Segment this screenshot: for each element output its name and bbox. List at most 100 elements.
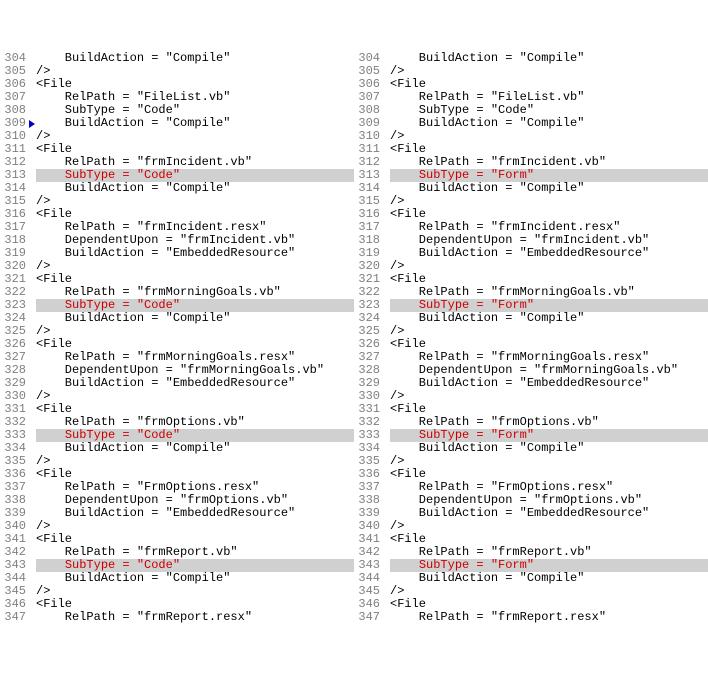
code-line[interactable]: 332 RelPath = "frmOptions.vb" (0, 416, 354, 429)
code-line[interactable]: 339 BuildAction = "EmbeddedResource" (354, 507, 708, 520)
code-line[interactable]: 311<File (354, 143, 708, 156)
code-line[interactable]: 330/> (0, 390, 354, 403)
code-line[interactable]: 339 BuildAction = "EmbeddedResource" (0, 507, 354, 520)
diff-pane-left[interactable]: 304 BuildAction = "Compile"305/>306<File… (0, 52, 354, 624)
code-line[interactable]: 310/> (0, 130, 354, 143)
code-line[interactable]: 345/> (354, 585, 708, 598)
code-line[interactable]: 307 RelPath = "FileList.vb" (0, 91, 354, 104)
code-line[interactable]: 315/> (0, 195, 354, 208)
code-line[interactable]: 316<File (0, 208, 354, 221)
code-line[interactable]: 334 BuildAction = "Compile" (0, 442, 354, 455)
code-line[interactable]: 336<File (354, 468, 708, 481)
code-line[interactable]: 337 RelPath = "FrmOptions.resx" (0, 481, 354, 494)
code-line[interactable]: 309 BuildAction = "Compile" (354, 117, 708, 130)
code-line[interactable]: 326<File (354, 338, 708, 351)
code-line[interactable]: 327 RelPath = "frmMorningGoals.resx" (0, 351, 354, 364)
code-line[interactable]: 317 RelPath = "frmIncident.resx" (0, 221, 354, 234)
code-line[interactable]: 333 SubType = "Form" (354, 429, 708, 442)
code-line[interactable]: 308 SubType = "Code" (354, 104, 708, 117)
code-line[interactable]: 338 DependentUpon = "frmOptions.vb" (354, 494, 708, 507)
code-line[interactable]: 324 BuildAction = "Compile" (354, 312, 708, 325)
code-line[interactable]: 334 BuildAction = "Compile" (354, 442, 708, 455)
code-line[interactable]: 304 BuildAction = "Compile" (354, 52, 708, 65)
code-line[interactable]: 345/> (0, 585, 354, 598)
gutter (28, 120, 36, 128)
code-line[interactable]: 318 DependentUpon = "frmIncident.vb" (0, 234, 354, 247)
code-line[interactable]: 312 RelPath = "frmIncident.vb" (354, 156, 708, 169)
code-line[interactable]: 347 RelPath = "frmReport.resx" (0, 611, 354, 624)
code-line[interactable]: 328 DependentUpon = "frmMorningGoals.vb" (354, 364, 708, 377)
code-line[interactable]: 314 BuildAction = "Compile" (354, 182, 708, 195)
code-line[interactable]: 331<File (0, 403, 354, 416)
code-line[interactable]: 346<File (354, 598, 708, 611)
code-line[interactable]: 323 SubType = "Form" (354, 299, 708, 312)
code-line[interactable]: 309 BuildAction = "Compile" (0, 117, 354, 130)
code-line[interactable]: 340/> (354, 520, 708, 533)
code-line[interactable]: 333 SubType = "Code" (0, 429, 354, 442)
code-line[interactable]: 319 BuildAction = "EmbeddedResource" (354, 247, 708, 260)
code-text: /> (390, 325, 708, 338)
code-line[interactable]: 322 RelPath = "frmMorningGoals.vb" (0, 286, 354, 299)
code-line[interactable]: 325/> (0, 325, 354, 338)
code-line[interactable]: 319 BuildAction = "EmbeddedResource" (0, 247, 354, 260)
code-line[interactable]: 321<File (354, 273, 708, 286)
code-text: DependentUpon = "frmIncident.vb" (36, 234, 354, 247)
code-line[interactable]: 343 SubType = "Code" (0, 559, 354, 572)
code-line[interactable]: 304 BuildAction = "Compile" (0, 52, 354, 65)
code-line[interactable]: 332 RelPath = "frmOptions.vb" (354, 416, 708, 429)
code-line[interactable]: 308 SubType = "Code" (0, 104, 354, 117)
code-line[interactable]: 342 RelPath = "frmReport.vb" (354, 546, 708, 559)
code-text: <File (390, 208, 708, 221)
code-line[interactable]: 314 BuildAction = "Compile" (0, 182, 354, 195)
code-line[interactable]: 320/> (0, 260, 354, 273)
code-line[interactable]: 338 DependentUpon = "frmOptions.vb" (0, 494, 354, 507)
code-line[interactable]: 343 SubType = "Form" (354, 559, 708, 572)
code-line[interactable]: 335/> (354, 455, 708, 468)
code-line[interactable]: 310/> (354, 130, 708, 143)
code-line[interactable]: 306<File (354, 78, 708, 91)
diff-line-changed: SubType = "Form" (390, 299, 708, 312)
code-line[interactable]: 346<File (0, 598, 354, 611)
code-line[interactable]: 331<File (354, 403, 708, 416)
code-line[interactable]: 341<File (0, 533, 354, 546)
code-line[interactable]: 324 BuildAction = "Compile" (0, 312, 354, 325)
code-line[interactable]: 337 RelPath = "FrmOptions.resx" (354, 481, 708, 494)
code-line[interactable]: 321<File (0, 273, 354, 286)
line-number: 347 (354, 611, 382, 624)
code-line[interactable]: 340/> (0, 520, 354, 533)
code-line[interactable]: 327 RelPath = "frmMorningGoals.resx" (354, 351, 708, 364)
code-line[interactable]: 305/> (354, 65, 708, 78)
code-line[interactable]: 323 SubType = "Code" (0, 299, 354, 312)
code-line[interactable]: 305/> (0, 65, 354, 78)
code-line[interactable]: 313 SubType = "Form" (354, 169, 708, 182)
code-line[interactable]: 336<File (0, 468, 354, 481)
code-line[interactable]: 322 RelPath = "frmMorningGoals.vb" (354, 286, 708, 299)
code-line[interactable]: 320/> (354, 260, 708, 273)
code-line[interactable]: 313 SubType = "Code" (0, 169, 354, 182)
code-text: <File (36, 208, 354, 221)
code-line[interactable]: 347 RelPath = "frmReport.resx" (354, 611, 708, 624)
code-line[interactable]: 329 BuildAction = "EmbeddedResource" (354, 377, 708, 390)
diff-pane-right[interactable]: 304 BuildAction = "Compile"305/>306<File… (354, 52, 708, 624)
code-line[interactable]: 316<File (354, 208, 708, 221)
code-line[interactable]: 311<File (0, 143, 354, 156)
code-text: SubType = "Code" (36, 104, 354, 117)
code-line[interactable]: 328 DependentUpon = "frmMorningGoals.vb" (0, 364, 354, 377)
code-text: RelPath = "FileList.vb" (36, 91, 354, 104)
code-line[interactable]: 326<File (0, 338, 354, 351)
code-line[interactable]: 344 BuildAction = "Compile" (0, 572, 354, 585)
code-line[interactable]: 317 RelPath = "frmIncident.resx" (354, 221, 708, 234)
code-line[interactable]: 341<File (354, 533, 708, 546)
code-line[interactable]: 307 RelPath = "FileList.vb" (354, 91, 708, 104)
code-line[interactable]: 315/> (354, 195, 708, 208)
code-line[interactable]: 342 RelPath = "frmReport.vb" (0, 546, 354, 559)
code-line[interactable]: 306<File (0, 78, 354, 91)
code-line[interactable]: 330/> (354, 390, 708, 403)
code-line[interactable]: 344 BuildAction = "Compile" (354, 572, 708, 585)
code-line[interactable]: 312 RelPath = "frmIncident.vb" (0, 156, 354, 169)
code-line[interactable]: 318 DependentUpon = "frmIncident.vb" (354, 234, 708, 247)
code-line[interactable]: 335/> (0, 455, 354, 468)
code-text: RelPath = "frmIncident.vb" (36, 156, 354, 169)
code-line[interactable]: 329 BuildAction = "EmbeddedResource" (0, 377, 354, 390)
code-line[interactable]: 325/> (354, 325, 708, 338)
